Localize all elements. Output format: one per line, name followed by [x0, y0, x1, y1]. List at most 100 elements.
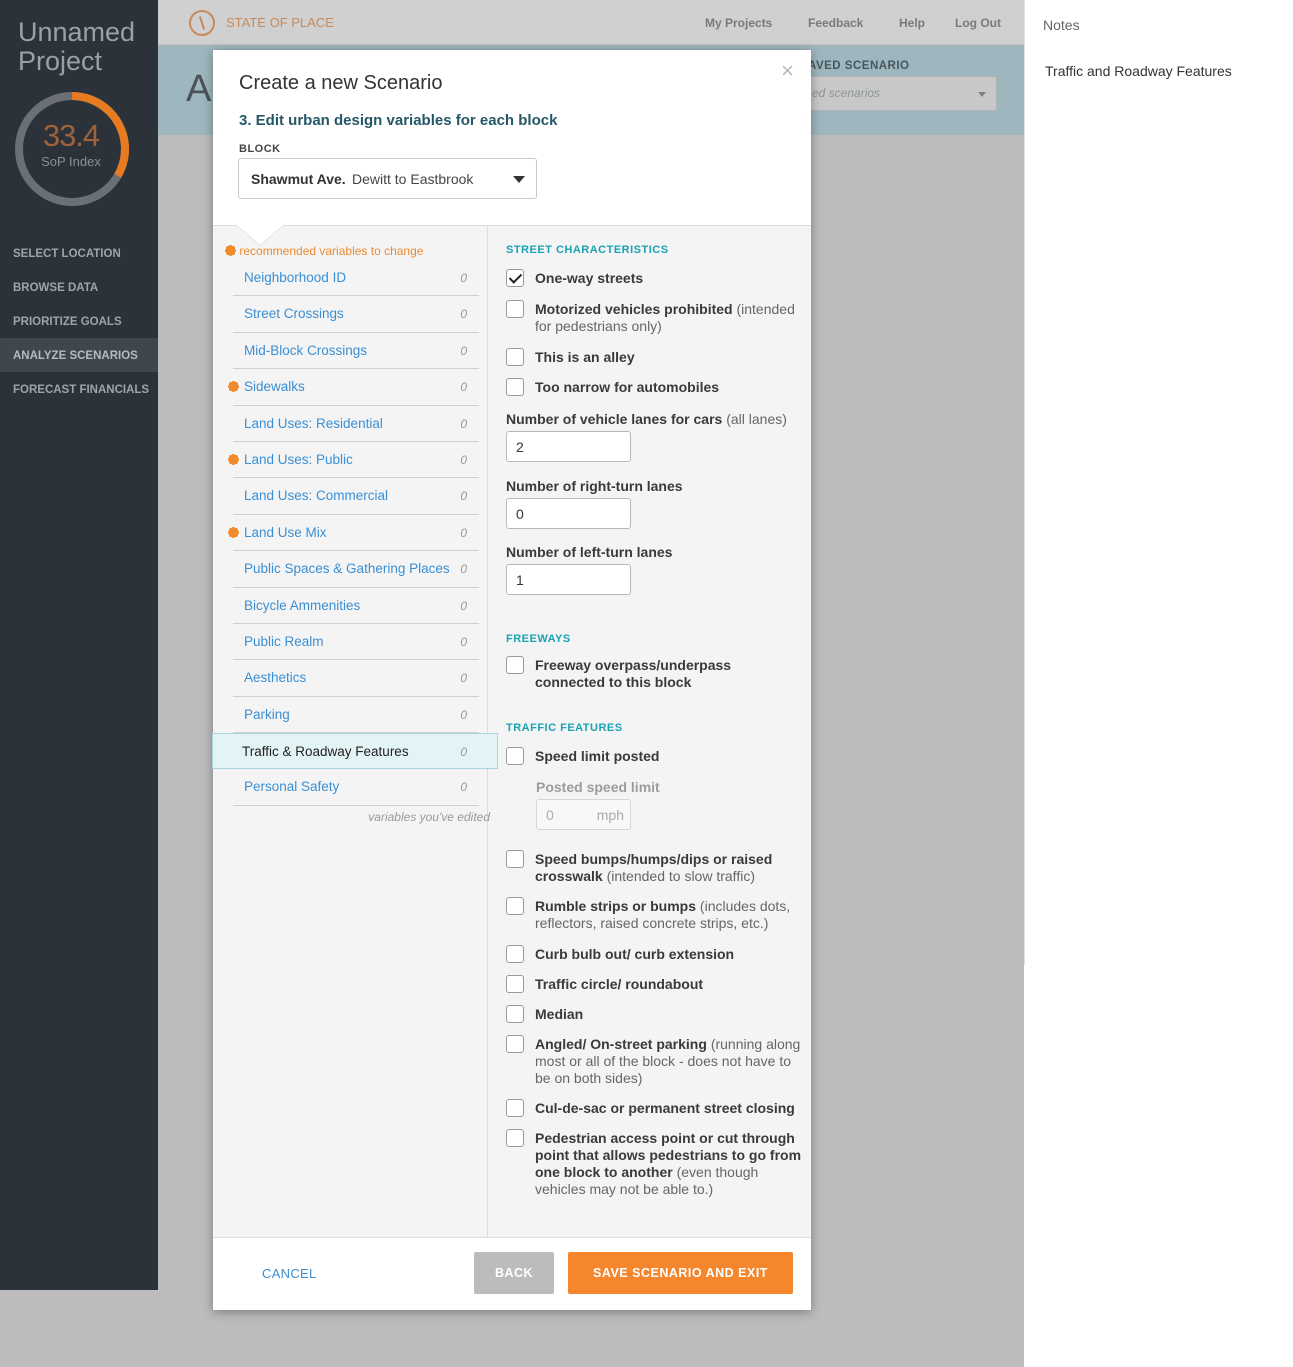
variable-edit-count: 0 — [460, 780, 467, 795]
nav-select-location[interactable]: SELECT LOCATION — [0, 236, 158, 270]
brand-name: STATE OF PLACE — [226, 15, 334, 30]
variable-name: Public Realm — [244, 633, 324, 649]
variable-edit-count: 0 — [460, 671, 467, 686]
variable-item[interactable]: Land Uses: Commercial 0 — [233, 478, 479, 515]
variable-edit-count: 0 — [460, 452, 467, 467]
variable-item[interactable]: Parking 0 — [233, 697, 479, 734]
checkbox-cul-de-sac[interactable] — [506, 1099, 524, 1117]
variable-item[interactable]: Street Crossings 0 — [233, 296, 479, 333]
right-turn-label: Number of right-turn lanes — [506, 478, 683, 494]
variable-name: Aesthetics — [244, 670, 307, 686]
checkbox-freeway-overpass[interactable] — [506, 656, 524, 674]
notes-body[interactable]: Traffic and Roadway Features — [1045, 63, 1232, 79]
variable-rows: Neighborhood ID 0 Street Crossings 0 Mid-Blo… — [212, 260, 498, 806]
chevron-down-icon — [978, 92, 986, 97]
chevron-down-icon — [513, 176, 525, 183]
main-nav: SELECT LOCATION BROWSE DATA PRIORITIZE G… — [0, 236, 158, 406]
variable-edit-count: 0 — [460, 598, 467, 613]
feedback-link[interactable]: Feedback — [808, 16, 863, 30]
variable-name: Land Use Mix — [244, 524, 327, 540]
variable-name: Land Uses: Residential — [244, 415, 383, 431]
posted-speed-label: Posted speed limit — [536, 779, 660, 795]
variable-item[interactable]: Land Uses: Public 0 — [229, 442, 479, 479]
variable-item[interactable]: Neighborhood ID 0 — [233, 260, 479, 297]
save-scenario-button[interactable]: SAVE SCENARIO AND EXIT — [568, 1252, 793, 1294]
saved-scenario-placeholder: ed scenarios — [812, 86, 881, 100]
recommended-star-icon — [228, 381, 239, 392]
variable-name: Personal Safety — [244, 779, 340, 795]
variable-name: Public Spaces & Gathering Places — [244, 561, 450, 577]
checkbox-median[interactable] — [506, 1005, 524, 1023]
checkbox-angled-parking[interactable] — [506, 1035, 524, 1053]
recommended-star-icon — [228, 527, 239, 538]
help-link[interactable]: Help — [899, 16, 925, 30]
variable-edit-count: 0 — [460, 525, 467, 540]
variable-item[interactable]: Land Uses: Residential 0 — [233, 406, 479, 442]
variable-name: Street Crossings — [244, 306, 344, 322]
sop-index-label: SoP Index — [41, 154, 101, 169]
checkbox-alley[interactable] — [506, 348, 524, 366]
sidebar: Unnamed Project 33.4 SoP Index SELECT LO… — [0, 0, 158, 1290]
checkbox-one-way-streets[interactable] — [506, 269, 524, 287]
block-label: BLOCK — [239, 143, 281, 155]
variable-edit-count: 0 — [460, 343, 467, 358]
left-turn-input[interactable] — [506, 564, 631, 595]
close-icon[interactable]: × — [781, 58, 794, 84]
variable-item[interactable]: Public Spaces & Gathering Places 0 — [233, 551, 479, 588]
checkbox-motorized-prohibited[interactable] — [506, 300, 524, 318]
modal-footer: CANCEL BACK SAVE SCENARIO AND EXIT — [213, 1238, 811, 1310]
section-heading-freeways: FREEWAYS — [506, 633, 571, 645]
cancel-button[interactable]: CANCEL — [262, 1266, 317, 1281]
posted-speed-input[interactable]: 0 mph — [536, 799, 631, 830]
variable-item[interactable]: Personal Safety 0 — [233, 769, 479, 806]
log-out-link[interactable]: Log Out — [955, 16, 1001, 30]
my-projects-link[interactable]: My Projects — [705, 16, 772, 30]
checkbox-too-narrow[interactable] — [506, 378, 524, 396]
notes-pane — [1024, 0, 1293, 965]
variable-item[interactable]: Bicycle Ammenities 0 — [233, 588, 479, 624]
block-range: Dewitt to Eastbrook — [352, 171, 474, 187]
nav-prioritize-goals[interactable]: PRIORITIZE GOALS — [0, 304, 158, 338]
edited-legend: variables you've edited — [368, 810, 490, 824]
variable-edit-count: 0 — [460, 745, 467, 760]
variable-name: Sidewalks — [244, 379, 305, 395]
nav-analyze-scenarios[interactable]: ANALYZE SCENARIOS — [0, 338, 158, 372]
checkbox-speed-limit-posted[interactable] — [506, 747, 524, 765]
variable-name: Bicycle Ammenities — [244, 597, 361, 613]
vehicle-lanes-label: Number of vehicle lanes for cars (all la… — [506, 411, 787, 427]
checkbox-curb-bulb[interactable] — [506, 945, 524, 963]
left-turn-label: Number of left-turn lanes — [506, 544, 673, 560]
checkbox-pedestrian-access[interactable] — [506, 1129, 524, 1147]
variable-edit-count: 0 — [460, 707, 467, 722]
variable-item[interactable]: Aesthetics 0 — [233, 660, 479, 697]
checkbox-traffic-circle[interactable] — [506, 975, 524, 993]
vehicle-lanes-input[interactable] — [506, 431, 631, 462]
nav-browse-data[interactable]: BROWSE DATA — [0, 270, 158, 304]
page-title-fragment: A — [186, 68, 212, 110]
variable-name: Mid-Block Crossings — [244, 342, 368, 358]
back-button[interactable]: BACK — [474, 1252, 554, 1294]
create-scenario-modal: Create a new Scenario × 3. Edit urban de… — [212, 50, 811, 1310]
variable-item[interactable]: Mid-Block Crossings 0 — [233, 333, 479, 370]
variable-edit-count: 0 — [460, 271, 467, 285]
variable-item[interactable]: Land Use Mix 0 — [229, 515, 479, 552]
variable-item[interactable]: Traffic & Roadway Features 0 — [212, 733, 498, 770]
modal-header: Create a new Scenario × 3. Edit urban de… — [213, 50, 811, 225]
variable-item[interactable]: Public Realm 0 — [233, 624, 479, 661]
variable-edit-count: 0 — [460, 416, 467, 431]
right-turn-input[interactable] — [506, 498, 631, 529]
checkbox-speed-bumps[interactable] — [506, 850, 524, 868]
section-heading-street: STREET CHARACTERISTICS — [506, 244, 669, 256]
variable-edit-count: 0 — [460, 562, 467, 577]
modal-title: Create a new Scenario — [239, 72, 443, 94]
project-title: Unnamed Project — [18, 17, 136, 76]
recommended-star-icon — [225, 245, 236, 256]
step-title: 3. Edit urban design variables for each … — [239, 112, 558, 129]
nav-forecast-financials[interactable]: FORECAST FINANCIALS — [0, 372, 158, 406]
block-select[interactable]: Shawmut Ave. Dewitt to Eastbrook — [238, 158, 537, 199]
recommended-legend: recommended variables to change — [225, 244, 423, 258]
sop-index-value: 33.4 — [42, 118, 100, 153]
variable-item[interactable]: Sidewalks 0 — [229, 369, 479, 406]
checkbox-rumble-strips[interactable] — [506, 897, 524, 915]
variable-edit-count: 0 — [460, 634, 467, 649]
